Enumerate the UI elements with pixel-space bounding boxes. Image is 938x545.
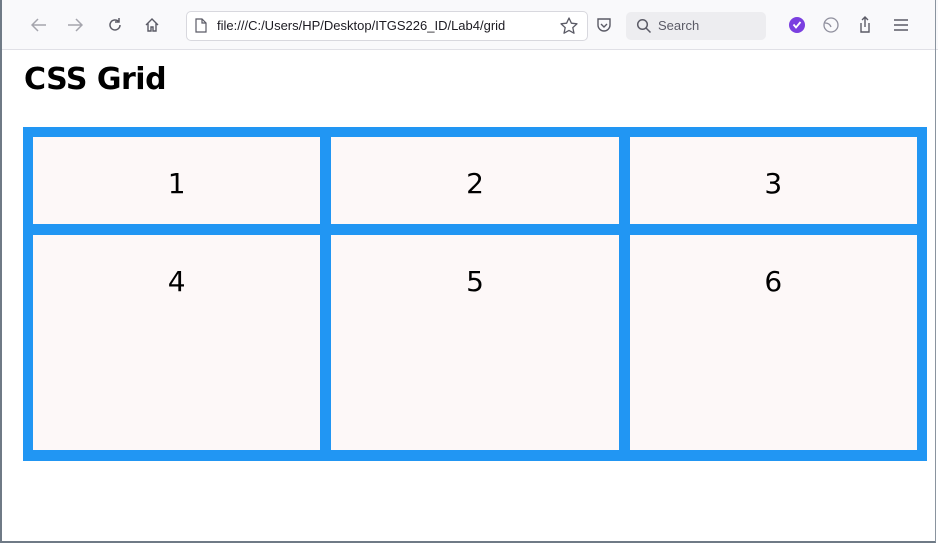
url-text[interactable]: file:///C:/Users/HP/Desktop/ITGS226_ID/L… [217,18,545,33]
share-icon[interactable] [855,15,875,35]
forward-arrow-icon[interactable] [64,14,86,36]
grid-item-4: 4 [33,235,321,450]
page-icon [195,18,207,33]
pocket-icon[interactable] [595,16,613,34]
grid-item-6: 6 [629,235,917,450]
url-bar[interactable]: file:///C:/Users/HP/Desktop/ITGS226_ID/L… [186,11,588,41]
menu-icon[interactable] [891,15,911,35]
back-arrow-icon[interactable] [28,14,50,36]
profile-icon[interactable] [821,15,841,35]
page-title: CSS Grid [24,62,167,97]
search-box[interactable]: Search [626,12,766,40]
browser-toolbar: file:///C:/Users/HP/Desktop/ITGS226_ID/L… [0,0,938,50]
grid-item-1: 1 [33,137,321,224]
search-placeholder: Search [658,18,700,33]
grid-item-5: 5 [331,235,619,450]
bookmark-star-icon[interactable] [559,16,579,36]
search-icon [636,18,652,34]
extension-icon[interactable] [787,15,807,35]
grid-item-2: 2 [331,137,619,224]
grid-container: 1 2 3 4 5 6 [23,127,927,461]
grid-item-3: 3 [629,137,917,224]
reload-icon[interactable] [104,14,126,36]
home-icon[interactable] [141,14,163,36]
